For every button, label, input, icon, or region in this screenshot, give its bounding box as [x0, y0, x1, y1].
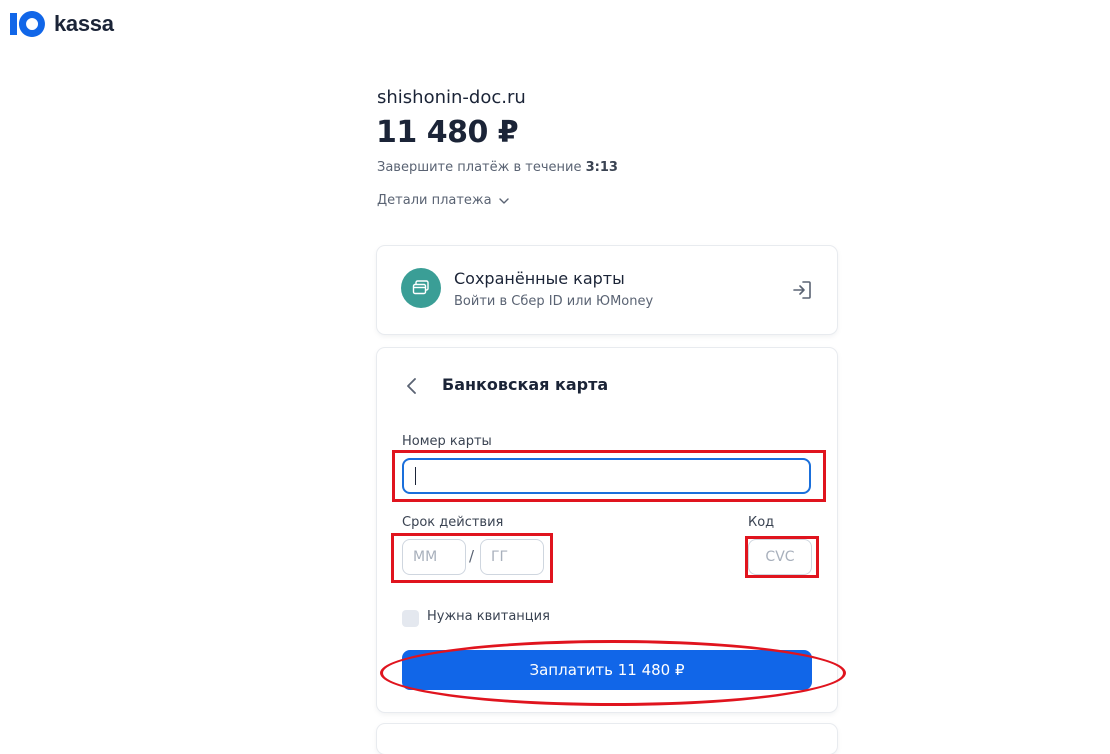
payment-timer: Завершите платёж в течение 3:13	[377, 160, 618, 175]
expiry-separator: /	[469, 547, 475, 565]
card-number-label: Номер карты	[402, 434, 492, 449]
logo-text: kassa	[54, 11, 114, 36]
pay-button[interactable]: Заплатить 11 480 ₽	[402, 650, 812, 690]
receipt-checkbox-label[interactable]: Нужна квитанция	[427, 609, 550, 624]
expiry-month-input[interactable]	[402, 539, 466, 575]
login-icon[interactable]	[791, 279, 813, 301]
receipt-checkbox[interactable]	[402, 610, 419, 627]
chevron-down-icon	[498, 197, 509, 204]
saved-cards-option[interactable]: Сохранённые карты Войти в Сбер ID или ЮM…	[377, 246, 837, 334]
payment-details-toggle[interactable]: Детали платежа	[377, 193, 510, 208]
saved-cards-subtitle: Войти в Сбер ID или ЮMoney	[454, 294, 654, 309]
card-icon	[412, 280, 429, 295]
shop-name: shishonin-doc.ru	[377, 87, 526, 108]
next-payment-option[interactable]	[377, 724, 837, 754]
saved-card-icon-circle	[401, 268, 441, 308]
cvc-label: Код	[748, 515, 775, 530]
saved-cards-title: Сохранённые карты	[454, 269, 625, 288]
bank-card-form: Банковская карта Номер карты Срок действ…	[377, 348, 837, 712]
bank-card-title: Банковская карта	[442, 375, 609, 394]
timer-prefix: Завершите платёж в течение	[377, 160, 582, 175]
expiry-label: Срок действия	[402, 515, 504, 530]
back-arrow-icon[interactable]	[405, 376, 419, 396]
payment-details-label: Детали платежа	[377, 193, 492, 208]
card-number-input[interactable]	[402, 458, 811, 494]
payment-amount: 11 480 ₽	[376, 115, 519, 150]
cvc-input[interactable]	[748, 539, 812, 575]
kassa-logo: kassa	[8, 8, 114, 40]
timer-value: 3:13	[585, 160, 618, 175]
expiry-year-input[interactable]	[480, 539, 544, 575]
yookassa-logo-icon	[10, 11, 45, 37]
text-caret	[415, 467, 416, 485]
